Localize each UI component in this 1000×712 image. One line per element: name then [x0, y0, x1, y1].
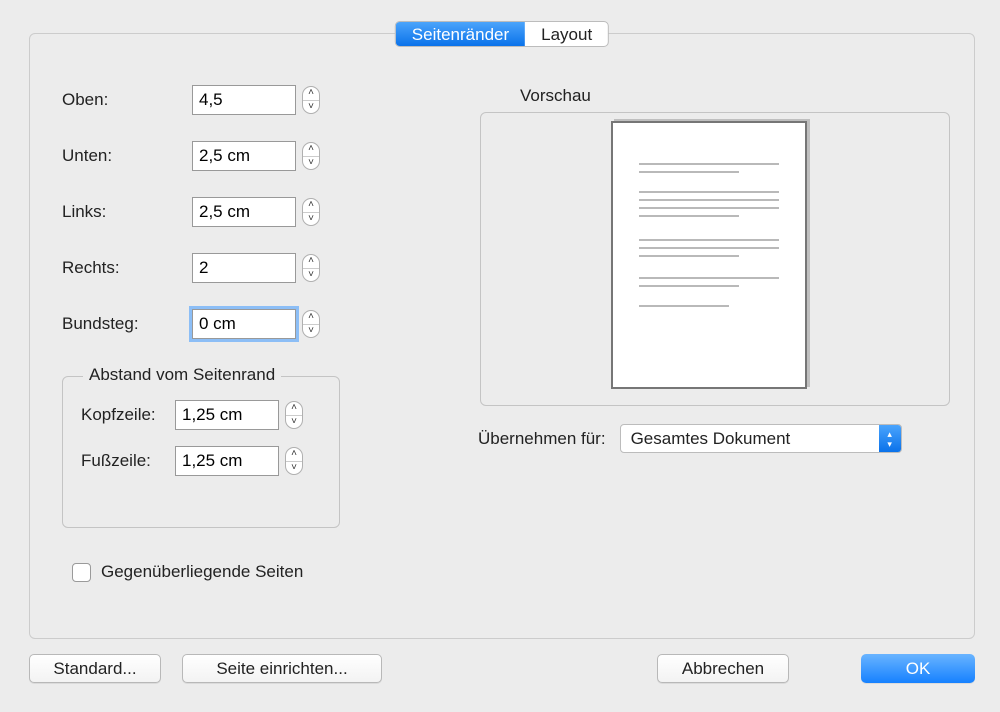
mirror-pages-checkbox[interactable]	[72, 563, 91, 582]
right-margin-stepper[interactable]: ˄ ˅	[302, 254, 320, 282]
chevron-up-icon[interactable]: ˄	[303, 143, 319, 157]
left-margin-input[interactable]	[192, 197, 296, 227]
apply-to-selected: Gesamtes Dokument	[621, 429, 879, 449]
from-edge-group: Abstand vom Seitenrand Kopfzeile: ˄ ˅ Fu…	[62, 376, 340, 528]
header-distance-input[interactable]	[175, 400, 279, 430]
apply-to-dropdown[interactable]: Gesamtes Dokument ▴▾	[620, 424, 902, 453]
chevron-down-icon[interactable]: ˅	[303, 325, 319, 338]
preview-pane	[480, 112, 950, 406]
chevron-up-icon[interactable]: ˄	[286, 402, 302, 416]
default-button[interactable]: Standard...	[29, 654, 161, 683]
apply-to-row: Übernehmen für: Gesamtes Dokument ▴▾	[478, 424, 902, 453]
chevron-down-icon[interactable]: ˅	[303, 213, 319, 226]
preview-title: Vorschau	[520, 86, 591, 106]
tabbar: Seitenränder Layout	[395, 21, 609, 47]
header-distance-label: Kopfzeile:	[81, 405, 175, 425]
top-margin-stepper[interactable]: ˄ ˅	[302, 86, 320, 114]
tab-margins[interactable]: Seitenränder	[396, 22, 525, 46]
chevron-up-icon[interactable]: ˄	[286, 448, 302, 462]
chevron-up-icon[interactable]: ˄	[303, 199, 319, 213]
margins-panel: Oben: ˄ ˅ Unten: ˄ ˅ Links: ˄ ˅ Rechts	[62, 84, 422, 340]
chevron-down-icon[interactable]: ˅	[303, 157, 319, 170]
bottom-margin-input[interactable]	[192, 141, 296, 171]
footer-distance-stepper[interactable]: ˄ ˅	[285, 447, 303, 475]
chevron-down-icon[interactable]: ˅	[303, 101, 319, 114]
chevron-down-icon[interactable]: ˅	[286, 462, 302, 475]
chevron-up-icon[interactable]: ˄	[303, 311, 319, 325]
chevron-up-icon[interactable]: ˄	[303, 87, 319, 101]
mirror-pages-row[interactable]: Gegenüberliegende Seiten	[72, 562, 303, 582]
bottom-margin-stepper[interactable]: ˄ ˅	[302, 142, 320, 170]
top-margin-label: Oben:	[62, 90, 192, 110]
from-edge-title: Abstand vom Seitenrand	[83, 365, 281, 385]
gutter-margin-input[interactable]	[192, 309, 296, 339]
tab-layout[interactable]: Layout	[525, 22, 608, 46]
chevron-up-icon[interactable]: ˄	[303, 255, 319, 269]
chevron-down-icon[interactable]: ˅	[303, 269, 319, 282]
page-margins-dialog: Seitenränder Layout Oben: ˄ ˅ Unten: ˄ ˅…	[29, 33, 975, 639]
left-margin-stepper[interactable]: ˄ ˅	[302, 198, 320, 226]
updown-arrows-icon[interactable]: ▴▾	[879, 425, 901, 452]
bottom-margin-label: Unten:	[62, 146, 192, 166]
preview-page	[611, 121, 807, 389]
apply-to-label: Übernehmen für:	[478, 429, 606, 449]
footer-distance-label: Fußzeile:	[81, 451, 175, 471]
ok-button[interactable]: OK	[861, 654, 975, 683]
page-setup-button[interactable]: Seite einrichten...	[182, 654, 382, 683]
mirror-pages-label: Gegenüberliegende Seiten	[101, 562, 303, 582]
right-margin-label: Rechts:	[62, 258, 192, 278]
gutter-margin-label: Bundsteg:	[62, 314, 192, 334]
chevron-down-icon[interactable]: ˅	[286, 416, 302, 429]
gutter-margin-stepper[interactable]: ˄ ˅	[302, 310, 320, 338]
left-margin-label: Links:	[62, 202, 192, 222]
header-distance-stepper[interactable]: ˄ ˅	[285, 401, 303, 429]
right-margin-input[interactable]	[192, 253, 296, 283]
footer-distance-input[interactable]	[175, 446, 279, 476]
cancel-button[interactable]: Abbrechen	[657, 654, 789, 683]
top-margin-input[interactable]	[192, 85, 296, 115]
